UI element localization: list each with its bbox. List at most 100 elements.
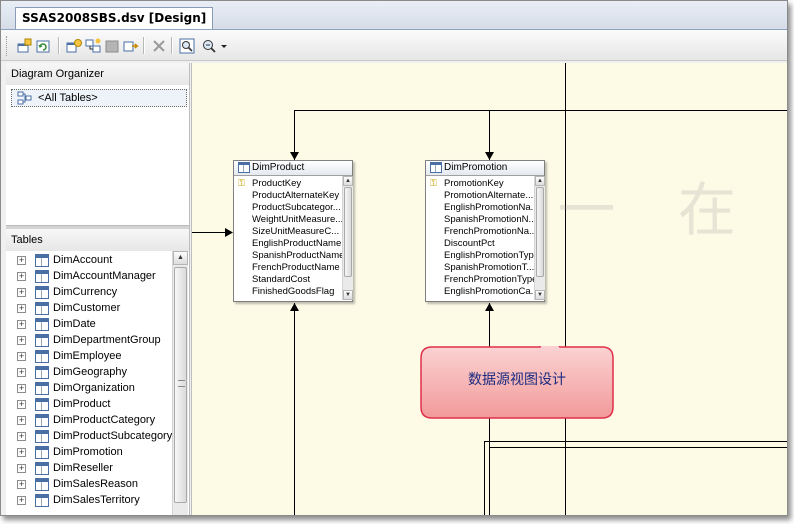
scroll-thumb[interactable] — [344, 187, 352, 277]
add-remove-tables-icon[interactable] — [15, 37, 32, 54]
table-box-header[interactable]: DimProduct — [234, 161, 352, 176]
new-relationship-icon[interactable] — [84, 37, 101, 54]
expand-icon[interactable]: + — [17, 464, 26, 473]
table-column[interactable]: PromotionAlternate... — [444, 190, 534, 201]
table-box-title: DimPromotion — [444, 162, 508, 173]
table-column[interactable]: StandardCost — [252, 274, 342, 285]
table-icon — [430, 162, 442, 173]
table-column[interactable]: SpanishProductName — [252, 250, 342, 261]
expand-icon[interactable]: + — [17, 384, 26, 393]
document-tab[interactable]: SSAS2008SBS.dsv [Design] — [15, 7, 214, 29]
expand-icon[interactable]: + — [17, 272, 26, 281]
table-column[interactable]: FrenchPromotionType — [444, 274, 534, 285]
table-list-item-label: DimProduct — [53, 398, 111, 410]
expand-icon[interactable]: + — [17, 480, 26, 489]
expand-icon[interactable]: + — [17, 352, 26, 361]
table-column[interactable]: EnglishPromotionNa... — [444, 202, 534, 213]
table-list-item[interactable]: + DimGeography — [6, 365, 172, 381]
table-list-item[interactable]: + DimDepartmentGroup — [6, 333, 172, 349]
expand-icon[interactable]: + — [17, 368, 26, 377]
relationship-line — [489, 447, 787, 448]
table-list-item[interactable]: + DimCustomer — [6, 301, 172, 317]
table-icon — [35, 270, 49, 283]
table-box-dimpromotion[interactable]: DimPromotion ▲ ▼ PromotionKey ⚿ PromotionA… — [425, 160, 545, 302]
expand-icon[interactable]: + — [17, 448, 26, 457]
table-list-item[interactable]: + DimPromotion — [6, 445, 172, 461]
table-column[interactable]: EnglishPromotionCa... — [444, 286, 534, 297]
table-icon — [35, 478, 49, 491]
table-list-item[interactable]: + DimAccount — [6, 253, 172, 269]
table-icon — [35, 302, 49, 315]
expand-icon[interactable]: + — [17, 256, 26, 265]
table-list-item[interactable]: + DimProductCategory — [6, 413, 172, 429]
toolbar-grip[interactable] — [6, 36, 10, 56]
table-column[interactable]: ProductAlternateKey — [252, 190, 342, 201]
refresh-icon[interactable] — [34, 37, 51, 54]
table-list-item[interactable]: + DimReseller — [6, 461, 172, 477]
table-box-scrollbar[interactable]: ▲ ▼ — [342, 176, 353, 300]
expand-icon[interactable]: + — [17, 304, 26, 313]
scroll-up-button[interactable]: ▲ — [535, 176, 545, 186]
table-list-item[interactable]: + DimEmployee — [6, 349, 172, 365]
toolbar-separator — [58, 37, 60, 54]
tables-scrollbar[interactable]: ▲ — [172, 251, 188, 515]
table-column[interactable]: WeightUnitMeasure... — [252, 214, 342, 225]
table-column[interactable]: FrenchPromotionNa... — [444, 226, 534, 237]
diagram-canvas[interactable]: 天 一 在 线 DimProduct ▲ ▼ ProductKey⚿Produc… — [191, 63, 787, 515]
table-column[interactable]: EnglishProductName — [252, 238, 342, 249]
table-list-item-label: DimSalesTerritory — [53, 494, 140, 506]
diagram-organizer-item[interactable]: <All Tables> — [11, 89, 187, 107]
new-named-query-icon[interactable] — [65, 37, 82, 54]
table-column[interactable]: ProductKey — [252, 178, 342, 189]
table-column[interactable]: DiscountPct — [444, 238, 534, 249]
table-icon — [35, 334, 49, 347]
table-list-item[interactable]: + DimSalesReason — [6, 477, 172, 493]
table-list-item[interactable]: + DimSalesTerritory — [6, 493, 172, 509]
table-icon — [35, 414, 49, 427]
callout-text: 数据源视图设计 — [468, 372, 566, 388]
scroll-thumb[interactable] — [536, 187, 544, 277]
expand-icon[interactable]: + — [17, 320, 26, 329]
table-column[interactable]: ProductSubcategor... — [252, 202, 342, 213]
table-list-item[interactable]: + DimProductSubcategory — [6, 429, 172, 445]
table-list-item-label: DimDate — [53, 318, 96, 330]
zoom-to-fit-icon[interactable] — [178, 37, 195, 54]
table-icon — [35, 254, 49, 267]
table-list-item-label: DimOrganization — [53, 382, 135, 394]
expand-icon[interactable]: + — [17, 400, 26, 409]
zoom-icon[interactable] — [200, 37, 217, 54]
table-icon — [35, 462, 49, 475]
scroll-up-button[interactable]: ▲ — [343, 176, 353, 186]
table-column[interactable]: SpanishPromotionN... — [444, 214, 534, 225]
table-list-item[interactable]: + DimAccountManager — [6, 269, 172, 285]
expand-icon[interactable]: + — [17, 432, 26, 441]
table-column[interactable]: PromotionKey — [444, 178, 534, 189]
table-box-dimproduct[interactable]: DimProduct ▲ ▼ ProductKey ⚿ ProductAlterna… — [233, 160, 353, 302]
expand-icon[interactable]: + — [17, 496, 26, 505]
expand-icon[interactable]: + — [17, 416, 26, 425]
document-tab-strip: SSAS2008SBS.dsv [Design] — [1, 1, 787, 30]
table-list-item[interactable]: + DimCurrency — [6, 285, 172, 301]
table-list-item[interactable]: + DimOrganization — [6, 381, 172, 397]
table-list-item[interactable]: + DimProduct — [6, 397, 172, 413]
delete-icon[interactable] — [150, 37, 167, 54]
table-column[interactable]: FrenchProductName — [252, 262, 342, 273]
table-column[interactable]: SpanishPromotionT... — [444, 262, 534, 273]
expand-icon[interactable]: + — [17, 336, 26, 345]
table-icon — [35, 382, 49, 395]
designer-window: SSAS2008SBS.dsv [Design] Diagram Organiz… — [0, 0, 788, 516]
scroll-up-button[interactable]: ▲ — [173, 251, 188, 265]
scroll-down-button[interactable]: ▼ — [535, 290, 545, 300]
table-box-scrollbar[interactable]: ▲ ▼ — [534, 176, 545, 300]
table-list-item[interactable]: + DimDate — [6, 317, 172, 333]
scroll-thumb[interactable] — [174, 267, 187, 503]
table-column[interactable]: EnglishPromotionType — [444, 250, 534, 261]
table-column[interactable]: SizeUnitMeasureC... — [252, 226, 342, 237]
table-box-header[interactable]: DimPromotion — [426, 161, 544, 176]
replace-table-icon[interactable] — [103, 37, 120, 54]
dropdown-arrow-icon[interactable] — [219, 37, 229, 54]
table-column[interactable]: FinishedGoodsFlag — [252, 286, 342, 297]
scroll-down-button[interactable]: ▼ — [343, 290, 353, 300]
expand-icon[interactable]: + — [17, 288, 26, 297]
find-table-icon[interactable] — [122, 37, 139, 54]
